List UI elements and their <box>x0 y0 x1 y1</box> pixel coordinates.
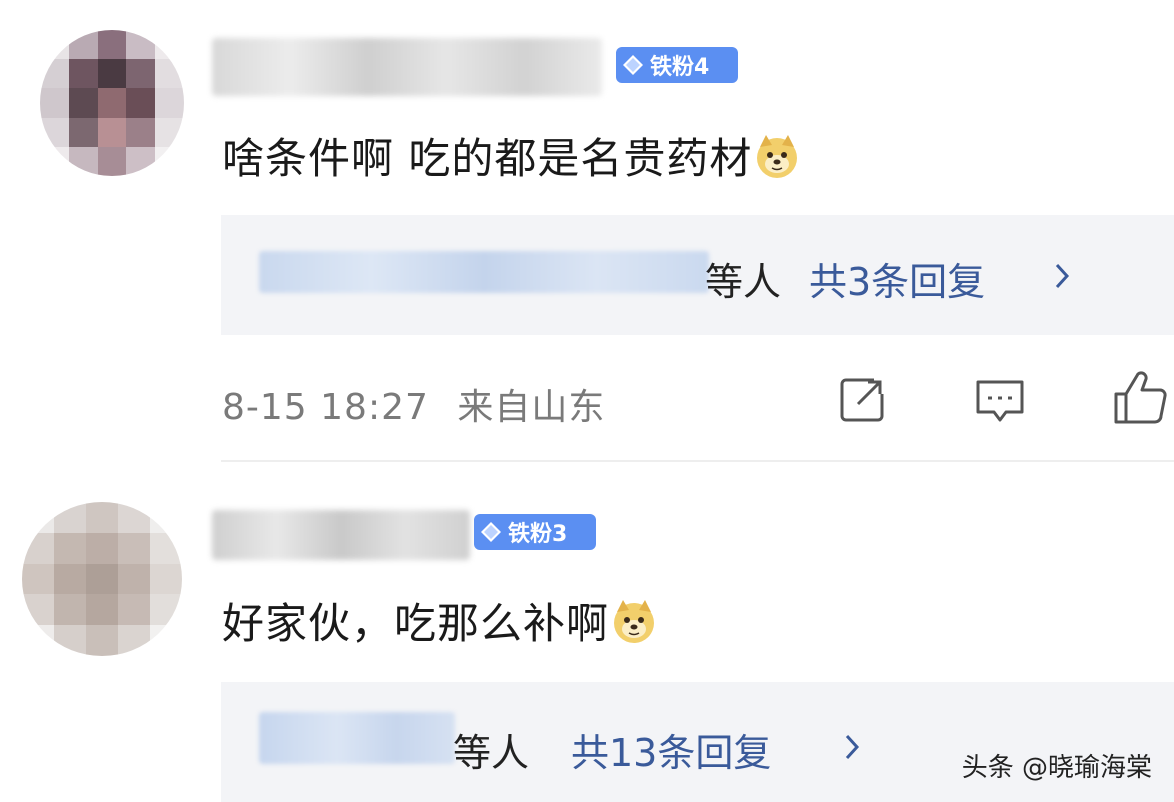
chevron-right-icon[interactable] <box>1045 259 1079 293</box>
reply-users-suffix: 等人 <box>705 260 782 304</box>
reply-users-suffix: 等人 <box>453 731 530 775</box>
comment-item: 铁粉4 啥条件啊 吃的都是名贵药材 等人 共3条回复 8-15 18:27 来自… <box>0 0 1174 460</box>
diamond-icon <box>623 55 643 75</box>
comment-text-content: 啥条件啊 吃的都是名贵药材 <box>222 134 753 183</box>
reply-preview[interactable]: 等人 共13条回复 <box>221 682 1174 802</box>
avatar[interactable] <box>22 502 182 656</box>
fan-badge: 铁粉4 <box>616 47 738 83</box>
reply-preview[interactable]: 等人 共3条回复 <box>221 215 1174 335</box>
comment-text-content: 好家伙，吃那么补啊 <box>222 599 610 648</box>
comment-text: 啥条件啊 吃的都是名贵药材 <box>222 125 800 186</box>
fan-badge: 铁粉3 <box>474 514 596 550</box>
badge-label: 铁粉3 <box>508 522 568 547</box>
reply-count-link[interactable]: 共13条回复 <box>571 722 771 777</box>
chevron-right-icon[interactable] <box>835 730 869 764</box>
username[interactable] <box>212 38 602 96</box>
username[interactable] <box>212 510 470 560</box>
comment-text: 好家伙，吃那么补啊 <box>222 590 657 651</box>
timestamp: 8-15 18:27 <box>222 387 429 428</box>
badge-label: 铁粉4 <box>650 55 710 80</box>
comment-meta: 8-15 18:27 来自山东 <box>222 378 605 430</box>
watermark: 头条 @晓瑜海棠 <box>961 753 1152 783</box>
location: 来自山东 <box>457 387 606 428</box>
avatar[interactable] <box>40 30 184 176</box>
reply-users[interactable] <box>259 251 709 293</box>
reply-count-link[interactable]: 共3条回复 <box>809 251 985 306</box>
comment-icon[interactable] <box>972 372 1028 428</box>
share-icon[interactable] <box>834 372 890 428</box>
doge-emoji-icon <box>614 600 655 643</box>
diamond-icon <box>481 522 501 542</box>
doge-emoji-icon <box>757 135 798 178</box>
like-icon[interactable] <box>1112 370 1168 426</box>
reply-users[interactable] <box>259 712 455 764</box>
